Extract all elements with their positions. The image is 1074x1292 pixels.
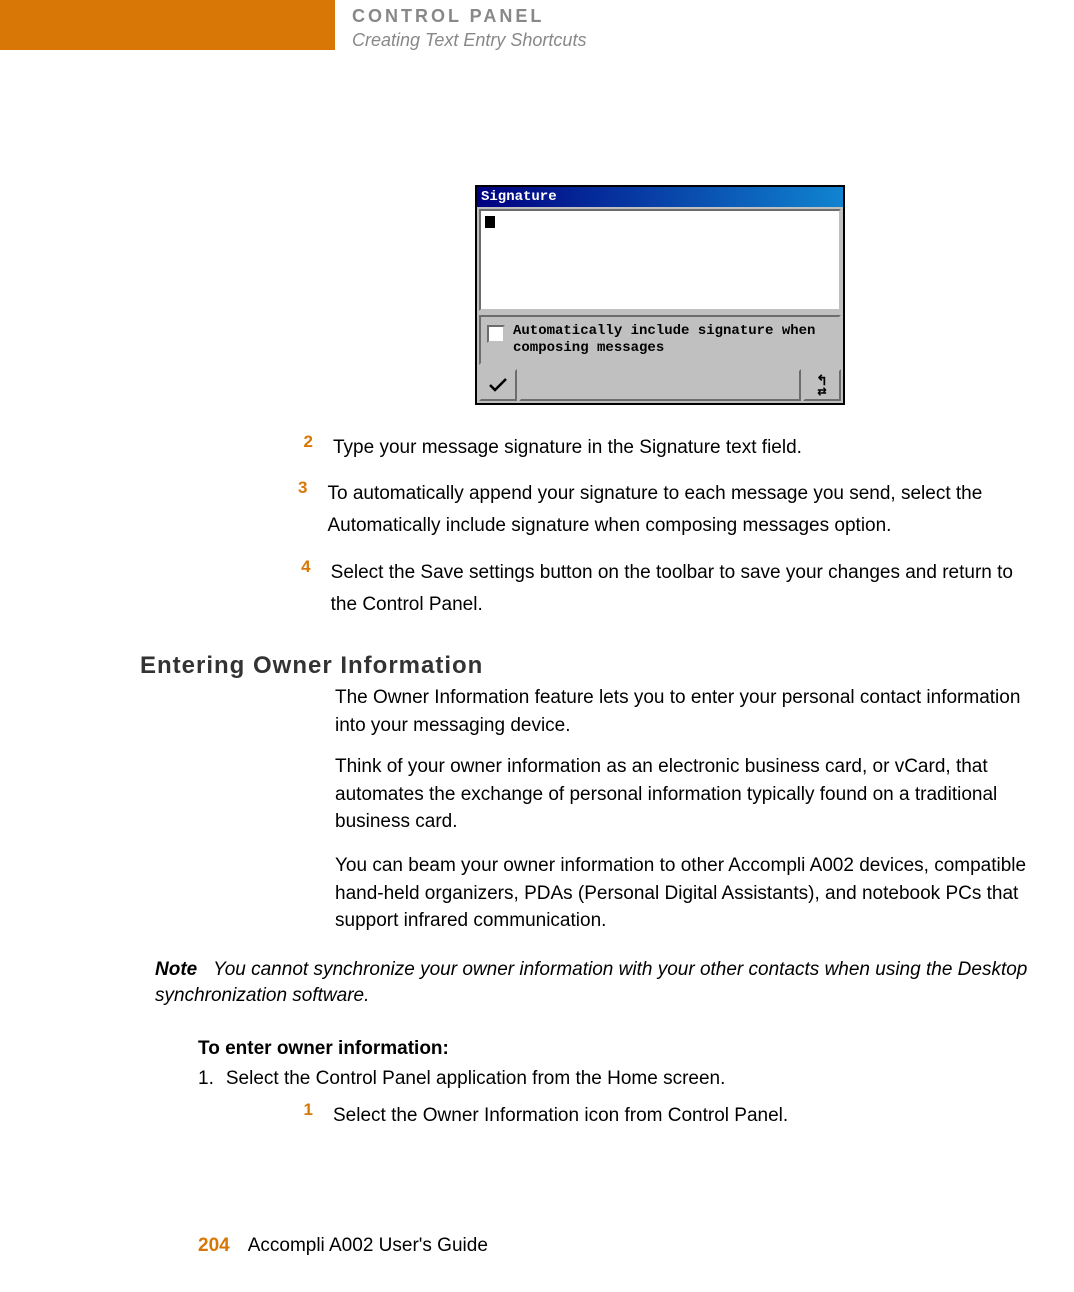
guide-title: Accompli A002 User's Guide — [248, 1235, 488, 1257]
checkbox-icon — [487, 325, 505, 343]
step-text: Select the Owner Information icon from C… — [333, 1100, 788, 1132]
inner-step-1: 1 Select the Owner Information icon from… — [298, 1100, 1038, 1132]
step-number: 4 — [298, 557, 311, 622]
outer-step-number: 1. — [198, 1068, 214, 1090]
save-button-icon — [479, 369, 517, 401]
owner-info-para-3: You can beam your owner information to o… — [335, 852, 1055, 935]
auto-include-option: Automatically include signature when com… — [479, 315, 841, 365]
dotted-divider-top: . . . . . . . . . . . . . . . . . . . . … — [140, 941, 1065, 945]
step-2: 2 Type your message signature in the Sig… — [298, 432, 1038, 464]
dotted-divider-bottom: . . . . . . . . . . . . . . . . . . . . … — [140, 1012, 1065, 1016]
header-title: CONTROL PANEL — [352, 6, 544, 27]
section-heading: Entering Owner Information — [140, 652, 483, 680]
signature-dialog-screenshot: Signature Automatically include signatur… — [475, 185, 845, 405]
text-cursor — [485, 216, 495, 228]
toolbar-spacer — [519, 369, 801, 401]
step-number: 3 — [298, 478, 307, 543]
dialog-toolbar: ↰ ⇄ — [479, 369, 841, 401]
step-3: 3 To automatically append your signature… — [298, 478, 1038, 543]
step-4: 4 Select the Save settings button on the… — [298, 557, 1038, 622]
header-tab — [0, 0, 335, 50]
note-block: Note You cannot synchronize your owner i… — [155, 957, 1035, 1008]
step-number: 1 — [298, 1100, 313, 1132]
step-text: Type your message signature in the Signa… — [333, 432, 802, 464]
checkbox-label: Automatically include signature when com… — [513, 323, 833, 357]
outer-step-1: 1. Select the Control Panel application … — [198, 1068, 725, 1090]
note-text: You cannot synchronize your owner inform… — [155, 959, 1027, 1006]
to-enter-heading: To enter owner information: — [198, 1038, 449, 1060]
dialog-titlebar: Signature — [477, 187, 843, 207]
step-text: To automatically append your signature t… — [327, 478, 1038, 543]
signature-textarea — [479, 209, 841, 311]
outer-step-text: Select the Control Panel application fro… — [226, 1068, 726, 1090]
step-text: Select the Save settings button on the t… — [331, 557, 1038, 622]
page-number: 204 — [198, 1235, 230, 1257]
owner-info-para-2: Think of your owner information as an el… — [335, 753, 1055, 836]
back-button-icon: ↰ ⇄ — [803, 369, 841, 401]
step-number: 2 — [298, 432, 313, 464]
header-subtitle: Creating Text Entry Shortcuts — [352, 30, 586, 51]
owner-info-para-1: The Owner Information feature lets you t… — [335, 684, 1035, 739]
page-footer: 204 Accompli A002 User's Guide — [198, 1235, 488, 1257]
note-label: Note — [155, 959, 197, 980]
